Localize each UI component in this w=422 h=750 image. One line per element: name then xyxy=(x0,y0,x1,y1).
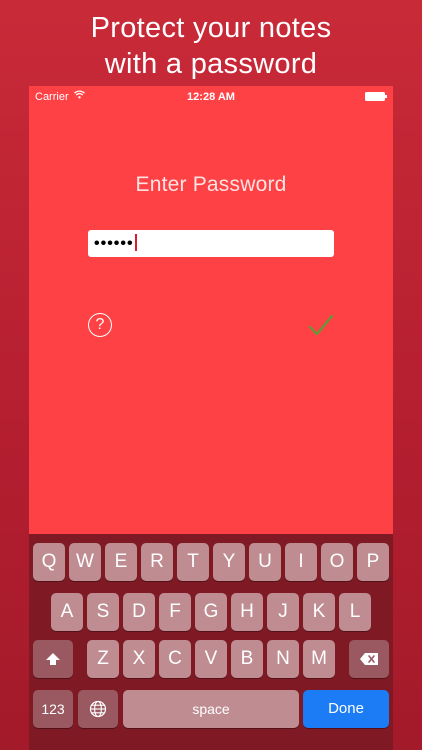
key-m[interactable]: M xyxy=(303,640,335,678)
key-o[interactable]: O xyxy=(321,543,353,581)
key-y[interactable]: Y xyxy=(213,543,245,581)
phone-screen: Carrier 12:28 AM Enter Password •••••• ?… xyxy=(29,86,393,750)
key-e[interactable]: E xyxy=(105,543,137,581)
space-key[interactable]: space xyxy=(123,690,299,728)
key-l[interactable]: L xyxy=(339,593,371,631)
globe-icon xyxy=(89,700,107,718)
key-p[interactable]: P xyxy=(357,543,389,581)
key-u[interactable]: U xyxy=(249,543,281,581)
numbers-key[interactable]: 123 xyxy=(33,690,73,728)
screen-title: Enter Password xyxy=(135,173,287,196)
globe-key[interactable] xyxy=(78,690,118,728)
key-w[interactable]: W xyxy=(69,543,101,581)
key-d[interactable]: D xyxy=(123,593,155,631)
text-caret xyxy=(134,234,137,251)
key-t[interactable]: T xyxy=(177,543,209,581)
password-value: •••••• xyxy=(94,235,134,252)
key-f[interactable]: F xyxy=(159,593,191,631)
key-r[interactable]: R xyxy=(141,543,173,581)
help-button[interactable]: ? xyxy=(88,313,112,337)
promo-headline: Protect your notes with a password xyxy=(0,10,422,82)
key-i[interactable]: I xyxy=(285,543,317,581)
password-field[interactable]: •••••• xyxy=(88,230,334,257)
key-a[interactable]: A xyxy=(51,593,83,631)
key-c[interactable]: C xyxy=(159,640,191,678)
key-v[interactable]: V xyxy=(195,640,227,678)
key-b[interactable]: B xyxy=(231,640,263,678)
status-time: 12:28 AM xyxy=(187,91,235,103)
key-s[interactable]: S xyxy=(87,593,119,631)
key-z[interactable]: Z xyxy=(87,640,119,678)
backspace-key[interactable] xyxy=(349,640,389,678)
key-q[interactable]: Q xyxy=(33,543,65,581)
battery-icon xyxy=(365,92,387,101)
key-g[interactable]: G xyxy=(195,593,227,631)
backspace-icon xyxy=(360,653,378,665)
done-key[interactable]: Done xyxy=(303,690,389,728)
promo-line-2: with a password xyxy=(104,48,318,80)
key-j[interactable]: J xyxy=(267,593,299,631)
key-n[interactable]: N xyxy=(267,640,299,678)
confirm-button[interactable] xyxy=(308,313,334,337)
status-bar: Carrier 12:28 AM xyxy=(29,86,393,106)
checkmark-icon xyxy=(308,314,334,336)
promo-line-1: Protect your notes xyxy=(90,12,332,44)
keyboard: Q W E R T Y U I O P A S D F G H J K L Z … xyxy=(29,534,393,750)
shift-key[interactable] xyxy=(33,640,73,678)
key-x[interactable]: X xyxy=(123,640,155,678)
key-k[interactable]: K xyxy=(303,593,335,631)
key-h[interactable]: H xyxy=(231,593,263,631)
shift-icon xyxy=(46,653,60,665)
